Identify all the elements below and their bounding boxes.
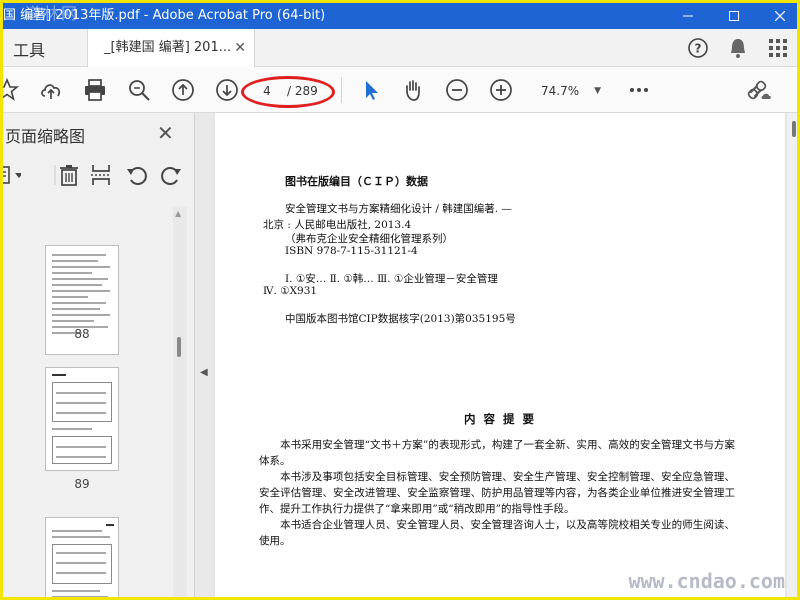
document-scrollbar[interactable]: [787, 113, 797, 597]
thumbnails-panel: 页面缩略图 ✕ 88 89 ▲: [3, 113, 195, 597]
close-panel-icon[interactable]: ✕: [157, 121, 174, 145]
rotate-left-icon[interactable]: [125, 163, 149, 187]
upload-cloud-icon[interactable]: [39, 78, 63, 102]
zoom-in-icon[interactable]: [489, 78, 513, 102]
page-thumbnail[interactable]: [45, 517, 119, 597]
insert-page-icon[interactable]: [89, 163, 113, 187]
logo-watermark: 道林网: [25, 4, 80, 23]
cip-line: （弗布克企业安全精细化管理系列）: [285, 233, 453, 245]
cip-line: Ⅰ. ①安… Ⅱ. ①韩… Ⅲ. ①企业管理－安全管理: [285, 273, 498, 285]
chevron-down-icon: ▼: [594, 86, 601, 96]
summary-heading: 内 容 提 要: [463, 412, 536, 426]
zoom-dropdown[interactable]: 74.7% ▼: [531, 80, 607, 102]
cip-line: 中国版本图书馆CIP数据核字(2013)第035195号: [285, 313, 516, 325]
thumbnail-scrollbar[interactable]: ▲: [173, 207, 187, 597]
cip-line: Ⅳ. ①X931: [263, 285, 318, 297]
page-thumbnail[interactable]: [45, 367, 119, 471]
annotation-oval: [241, 76, 335, 108]
search-icon[interactable]: [127, 78, 151, 102]
options-menu-icon[interactable]: [3, 163, 21, 187]
tab-bar-actions: ?: [687, 37, 789, 59]
summary-paragraph: 本书适合企业管理人员、安全管理人员、安全管理咨询人士，以及高等院校相关专业的师生…: [259, 519, 735, 547]
scrollbar-thumb[interactable]: [792, 121, 796, 137]
collapse-arrow-icon: ◀: [200, 367, 208, 378]
tab-document-label: _[韩建国 编著] 201...: [104, 40, 232, 55]
bell-icon[interactable]: [727, 37, 749, 59]
cip-line: 北京 : 人民邮电出版社, 2013.4: [263, 219, 412, 231]
delete-page-icon[interactable]: [57, 163, 81, 187]
window-controls: [665, 3, 797, 29]
print-icon[interactable]: [83, 78, 107, 102]
summary-paragraph: 本书涉及事项包括安全目标管理、安全预防管理、安全生产管理、安全控制管理、安全应急…: [259, 471, 735, 515]
document-view: 图书在版编目（ＣＩＰ）数据 安全管理文书与方案精细化设计 / 韩建国编著. — …: [213, 113, 797, 597]
zoom-value: 74.7%: [541, 84, 580, 98]
apps-grid-icon[interactable]: [767, 37, 789, 59]
maximize-icon[interactable]: [711, 3, 757, 29]
title-bar: 国 编著] 2013年版.pdf - Adobe Acrobat Pro (64…: [3, 3, 797, 29]
cip-line: 安全管理文书与方案精细化设计 / 韩建国编著. —: [285, 203, 512, 215]
svg-text:?: ?: [695, 42, 702, 56]
panel-title: 页面缩略图: [5, 127, 86, 146]
previous-page-icon[interactable]: [171, 78, 195, 102]
more-options-icon[interactable]: [627, 78, 651, 102]
close-tab-icon[interactable]: ✕: [234, 29, 246, 67]
panel-collapse-handle[interactable]: ◀: [195, 113, 213, 597]
main-toolbar: / 289 74.7% ▼: [3, 67, 797, 113]
app-window: 国 编著] 2013年版.pdf - Adobe Acrobat Pro (64…: [0, 0, 800, 600]
scrollbar-thumb[interactable]: [177, 337, 181, 357]
site-watermark: www.cndao.com: [628, 569, 785, 593]
pdf-page: 图书在版编目（ＣＩＰ）数据 安全管理文书与方案精细化设计 / 韩建国编著. — …: [215, 113, 785, 597]
scroll-up-icon[interactable]: ▲: [175, 209, 181, 218]
next-page-icon[interactable]: [215, 78, 239, 102]
toolbar-divider: [341, 77, 342, 103]
tab-document[interactable]: _[韩建国 编著] 201... ✕: [87, 29, 255, 67]
close-window-icon[interactable]: [757, 3, 797, 29]
summary-paragraph: 本书采用安全管理“文书＋方案”的表现形式，构建了一套全新、实用、高效的安全管理文…: [259, 439, 735, 467]
minimize-icon[interactable]: [665, 3, 711, 29]
help-icon[interactable]: ?: [687, 37, 709, 59]
zoom-out-icon[interactable]: [445, 78, 469, 102]
cip-line: ISBN 978-7-115-31121-4: [285, 245, 418, 257]
panel-toolbar: [3, 159, 195, 191]
star-icon[interactable]: [3, 78, 19, 102]
thumbnail-label: 89: [74, 477, 90, 491]
tab-tools[interactable]: 工具: [13, 37, 45, 61]
cip-heading: 图书在版编目（ＣＩＰ）数据: [285, 175, 428, 188]
select-cursor-icon[interactable]: [359, 78, 383, 102]
share-link-icon[interactable]: [747, 78, 771, 102]
tab-bar: 工具 _[韩建国 编著] 201... ✕ ?: [3, 29, 797, 67]
thumbnail-label: 88: [74, 327, 90, 341]
rotate-right-icon[interactable]: [159, 163, 183, 187]
hand-tool-icon[interactable]: [401, 78, 425, 102]
